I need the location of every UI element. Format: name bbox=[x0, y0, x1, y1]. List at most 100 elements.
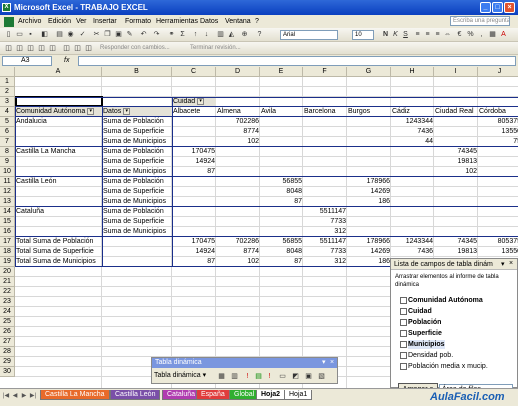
field-item[interactable]: Población bbox=[408, 318, 441, 327]
row-header-19[interactable]: 19 bbox=[0, 257, 15, 267]
pivot-value-cell[interactable] bbox=[172, 217, 216, 227]
row-header-11[interactable]: 11 bbox=[0, 177, 15, 187]
measure-label[interactable]: Suma de Población bbox=[102, 177, 172, 187]
total-value-cell[interactable]: 170475 bbox=[172, 237, 216, 247]
copy-icon[interactable]: ❐ bbox=[103, 30, 112, 39]
pivot-table-menu[interactable]: Tabla dinámica ▾ bbox=[154, 371, 206, 381]
sheet-tab[interactable]: España bbox=[196, 390, 230, 400]
pivot-value-cell[interactable] bbox=[303, 187, 347, 197]
format-report-icon[interactable]: ▦ bbox=[217, 372, 226, 381]
spelling-icon[interactable]: ✓ bbox=[78, 30, 87, 39]
pivot-value-cell[interactable] bbox=[260, 117, 303, 127]
permission-icon[interactable]: ◧ bbox=[40, 30, 49, 39]
close-button[interactable]: × bbox=[504, 2, 515, 13]
pivot-value-cell[interactable] bbox=[216, 207, 260, 217]
menu-ayuda[interactable]: ? bbox=[255, 16, 259, 27]
pivot-value-cell[interactable] bbox=[347, 117, 391, 127]
pivot-value-cell[interactable]: 8774 bbox=[216, 127, 260, 137]
group-label[interactable]: Cataluña bbox=[15, 207, 102, 217]
review-icon-8[interactable]: ◫ bbox=[84, 44, 93, 53]
new-icon[interactable]: ▯ bbox=[4, 30, 13, 39]
total-value-cell[interactable]: 56855 bbox=[260, 237, 303, 247]
pivot-value-cell[interactable]: 7733 bbox=[303, 217, 347, 227]
row-header-29[interactable]: 29 bbox=[0, 357, 15, 367]
column-header-A[interactable]: A bbox=[15, 67, 102, 77]
pivot-value-cell[interactable] bbox=[172, 187, 216, 197]
row-header-7[interactable]: 7 bbox=[0, 137, 15, 147]
pivot-value-cell[interactable]: 702286 bbox=[216, 117, 260, 127]
field-item[interactable]: Densidad pob. bbox=[408, 351, 453, 360]
save-icon[interactable]: ▪ bbox=[26, 30, 35, 39]
row-header-6[interactable]: 6 bbox=[0, 127, 15, 137]
total-value-cell[interactable]: 5511147 bbox=[303, 237, 347, 247]
align-left-icon[interactable]: ≡ bbox=[413, 30, 422, 39]
row-header-20[interactable]: 20 bbox=[0, 267, 15, 277]
menu-ver[interactable]: Ver bbox=[76, 16, 87, 27]
total-value-cell[interactable]: 1243344 bbox=[391, 237, 434, 247]
row-header-30[interactable]: 30 bbox=[0, 367, 15, 377]
sort-asc-icon[interactable]: ↑ bbox=[191, 30, 200, 39]
percent-icon[interactable]: % bbox=[466, 30, 475, 39]
column-header-E[interactable]: E bbox=[260, 67, 303, 77]
pivot-value-cell[interactable] bbox=[434, 207, 478, 217]
format-painter-icon[interactable]: ✎ bbox=[125, 30, 134, 39]
field-item[interactable]: Comunidad Autónoma bbox=[408, 296, 483, 305]
first-sheet-icon[interactable]: |◀ bbox=[2, 392, 10, 400]
minimize-button[interactable]: _ bbox=[480, 2, 491, 13]
total-label[interactable]: Total Suma de Población bbox=[15, 237, 172, 247]
measure-label[interactable]: Suma de Superficie bbox=[102, 187, 172, 197]
total-value-cell[interactable]: 74345 bbox=[434, 237, 478, 247]
review-icon-5[interactable]: ◫ bbox=[48, 44, 57, 53]
row-header-4[interactable]: 4 bbox=[0, 107, 15, 117]
pivot-value-cell[interactable] bbox=[260, 207, 303, 217]
measure-label[interactable]: Suma de Superficie bbox=[102, 217, 172, 227]
row-header-2[interactable]: 2 bbox=[0, 87, 15, 97]
next-sheet-icon[interactable]: ▶ bbox=[20, 392, 28, 400]
total-value-cell[interactable]: 7436 bbox=[391, 247, 434, 257]
menu-datos[interactable]: Datos bbox=[200, 16, 218, 27]
row-header-8[interactable]: 8 bbox=[0, 147, 15, 157]
field-item[interactable]: Superficie bbox=[408, 329, 442, 338]
print-icon[interactable]: ▤ bbox=[55, 30, 64, 39]
pivot-value-cell[interactable] bbox=[172, 177, 216, 187]
measure-label[interactable]: Suma de Población bbox=[102, 117, 172, 127]
pivot-value-cell[interactable]: 805375 bbox=[478, 117, 518, 127]
italic-icon[interactable]: K bbox=[391, 30, 400, 39]
pivot-value-cell[interactable]: 13550 bbox=[478, 127, 518, 137]
pivot-value-cell[interactable] bbox=[478, 147, 518, 157]
row-header-28[interactable]: 28 bbox=[0, 347, 15, 357]
prev-sheet-icon[interactable]: ◀ bbox=[11, 392, 19, 400]
pivot-value-cell[interactable]: 8048 bbox=[260, 187, 303, 197]
pivot-value-cell[interactable]: 14924 bbox=[172, 157, 216, 167]
sort-desc-icon[interactable]: ↓ bbox=[202, 30, 211, 39]
row-header-15[interactable]: 15 bbox=[0, 217, 15, 227]
dropdown-arrow-icon[interactable]: ▾ bbox=[87, 107, 95, 115]
sheet-tab[interactable]: Hoja2 bbox=[256, 390, 286, 400]
column-header-D[interactable]: D bbox=[216, 67, 260, 77]
pivot-value-cell[interactable] bbox=[391, 187, 434, 197]
pivot-chart-icon[interactable]: ▥ bbox=[230, 372, 239, 381]
row-header-24[interactable]: 24 bbox=[0, 307, 15, 317]
zoom-icon[interactable]: ⊕ bbox=[240, 30, 249, 39]
undo-icon[interactable]: ↶ bbox=[139, 30, 148, 39]
font-size-select[interactable]: 10 bbox=[352, 30, 374, 40]
measure-label[interactable]: Suma de Superficie bbox=[102, 127, 172, 137]
group-label[interactable]: Andalucia bbox=[15, 117, 102, 127]
pivot-value-cell[interactable]: 14269 bbox=[347, 187, 391, 197]
formula-input[interactable] bbox=[78, 56, 516, 66]
sheet-tab[interactable]: Cataluña bbox=[162, 390, 201, 400]
pivot-value-cell[interactable] bbox=[216, 177, 260, 187]
review-icon-3[interactable]: ◫ bbox=[26, 44, 35, 53]
pivot-value-cell[interactable] bbox=[347, 147, 391, 157]
pivot-value-cell[interactable] bbox=[478, 177, 518, 187]
total-value-cell[interactable]: 13550 bbox=[478, 247, 518, 257]
review-icon-7[interactable]: ◫ bbox=[73, 44, 82, 53]
pivot-value-cell[interactable] bbox=[434, 177, 478, 187]
pivot-value-cell[interactable] bbox=[347, 217, 391, 227]
total-value-cell[interactable]: 7733 bbox=[303, 247, 347, 257]
field-settings-icon[interactable]: ◩ bbox=[291, 372, 300, 381]
total-value-cell[interactable]: 8048 bbox=[260, 247, 303, 257]
pivot-value-cell[interactable]: 74345 bbox=[434, 147, 478, 157]
pivot-value-cell[interactable]: 56855 bbox=[260, 177, 303, 187]
column-header-C[interactable]: C bbox=[172, 67, 216, 77]
